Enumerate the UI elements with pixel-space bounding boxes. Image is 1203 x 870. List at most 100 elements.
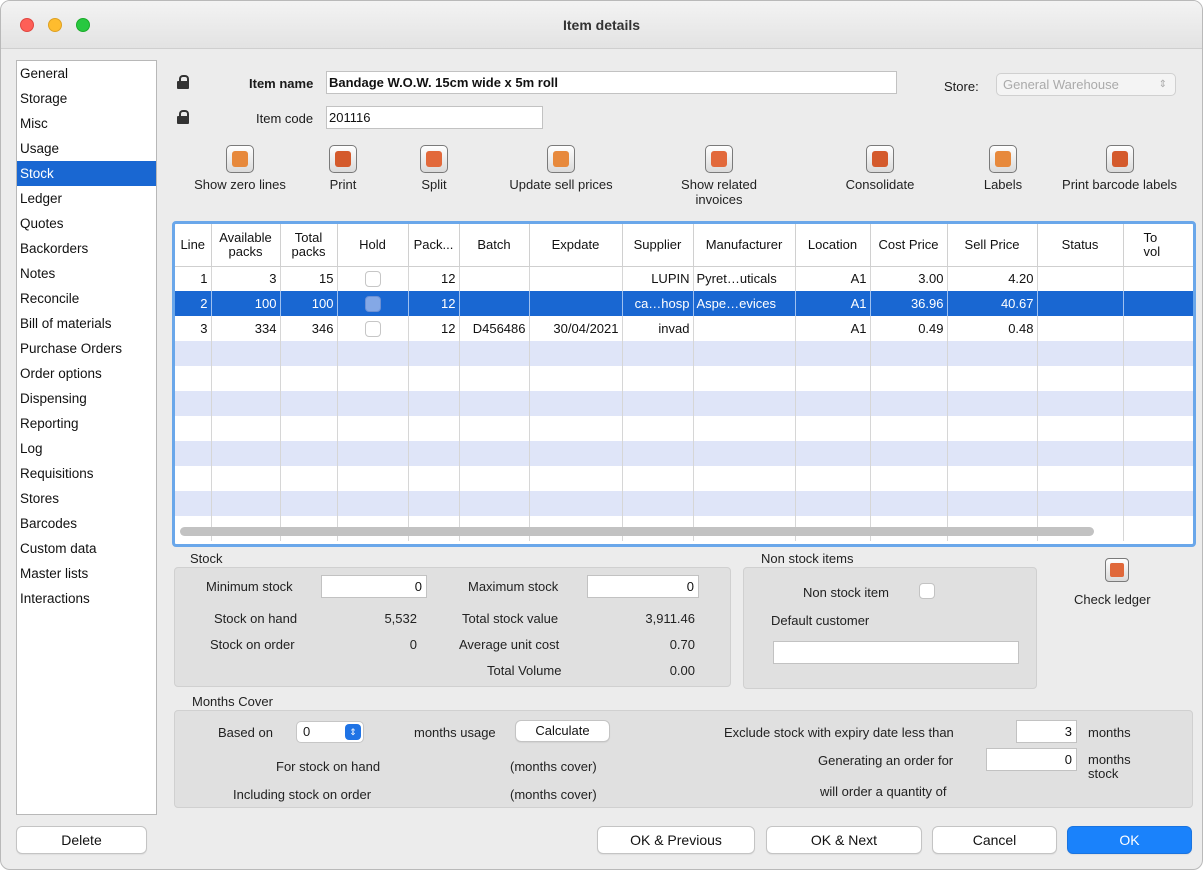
item-code-field[interactable]: 201116 xyxy=(326,106,543,129)
store-select: General Warehouse ⇕ xyxy=(996,73,1176,96)
sidebar-item-interactions[interactable]: Interactions xyxy=(17,586,156,611)
empty-row xyxy=(175,491,1193,516)
update-sell-prices-button[interactable]: Update sell prices xyxy=(499,145,623,192)
cell-status xyxy=(1037,266,1124,291)
empty-row xyxy=(175,466,1193,491)
ledger-icon[interactable] xyxy=(1105,558,1129,582)
sidebar-item-usage[interactable]: Usage xyxy=(17,136,156,161)
sidebar-item-ledger[interactable]: Ledger xyxy=(17,186,156,211)
cell-batch xyxy=(459,291,530,316)
column-header-available-packs[interactable]: Available packs xyxy=(211,224,281,267)
column-header-line[interactable]: Line xyxy=(175,224,212,267)
empty-row xyxy=(175,341,1193,366)
sidebar-item-reconcile[interactable]: Reconcile xyxy=(17,286,156,311)
column-header-pack-size[interactable]: Pack... xyxy=(408,224,460,267)
lock-icon[interactable] xyxy=(177,75,189,89)
cell-total-volume xyxy=(1123,316,1193,341)
cell-supplier: invad xyxy=(622,316,694,341)
ok-next-button[interactable]: OK & Next xyxy=(766,826,922,854)
calculate-button[interactable]: Calculate xyxy=(515,720,610,742)
cell-supplier: ca…hosp xyxy=(622,291,694,316)
cell-cost-price: 0.49 xyxy=(870,316,948,341)
delete-button[interactable]: Delete xyxy=(16,826,147,854)
sidebar-item-order-options[interactable]: Order options xyxy=(17,361,156,386)
sidebar-item-requisitions[interactable]: Requisitions xyxy=(17,461,156,486)
ok-previous-button[interactable]: OK & Previous xyxy=(597,826,755,854)
consolidate-button[interactable]: Consolidate xyxy=(836,145,924,192)
sidebar-item-misc[interactable]: Misc xyxy=(17,111,156,136)
column-header-supplier[interactable]: Supplier xyxy=(622,224,694,267)
default-customer-field[interactable] xyxy=(773,641,1019,664)
stock-lines-table[interactable]: Line Available packs Total packs Hold Pack… xyxy=(172,221,1196,547)
cell-available: 334 xyxy=(211,316,281,341)
cell-pack: 12 xyxy=(408,291,460,316)
cell-hold xyxy=(337,316,409,341)
ok-button[interactable]: OK xyxy=(1067,826,1192,854)
lock-icon[interactable] xyxy=(177,110,189,124)
cell-hold xyxy=(337,291,409,316)
cell-line: 3 xyxy=(175,316,212,341)
cell-total-volume xyxy=(1123,291,1193,316)
sidebar-item-quotes[interactable]: Quotes xyxy=(17,211,156,236)
print-barcode-labels-button[interactable]: Print barcode labels xyxy=(1042,145,1197,192)
exclude-expiry-field[interactable]: 3 xyxy=(1016,720,1077,743)
sidebar-item-purchase-orders[interactable]: Purchase Orders xyxy=(17,336,156,361)
based-on-select[interactable]: 0 ⇕ xyxy=(296,721,364,743)
horizontal-scrollbar[interactable] xyxy=(180,527,1094,536)
cell-expdate xyxy=(529,291,623,316)
stock-group-title: Stock xyxy=(190,551,223,566)
sidebar-item-custom-data[interactable]: Custom data xyxy=(17,536,156,561)
cell-total: 15 xyxy=(280,266,338,291)
sidebar-item-storage[interactable]: Storage xyxy=(17,86,156,111)
refresh-icon xyxy=(547,145,575,173)
column-header-location[interactable]: Location xyxy=(795,224,871,267)
table-row[interactable]: 1 3 15 12 LUPIN Pyret…uticals A1 3.00 4.… xyxy=(175,266,1193,291)
sidebar-item-stores[interactable]: Stores xyxy=(17,486,156,511)
generating-order-field[interactable]: 0 xyxy=(986,748,1077,771)
sidebar-item-bill-of-materials[interactable]: Bill of materials xyxy=(17,311,156,336)
column-header-expdate[interactable]: Expdate xyxy=(529,224,623,267)
maximum-stock-field[interactable]: 0 xyxy=(587,575,699,598)
sidebar-item-log[interactable]: Log xyxy=(17,436,156,461)
hold-checkbox[interactable] xyxy=(364,271,381,288)
item-details-window: Item details General Storage Misc Usage … xyxy=(0,0,1203,870)
sidebar-item-notes[interactable]: Notes xyxy=(17,261,156,286)
column-header-status[interactable]: Status xyxy=(1037,224,1124,267)
generating-order-unit: months stock xyxy=(1088,752,1131,781)
column-header-manufacturer[interactable]: Manufacturer xyxy=(693,224,796,267)
column-header-sell-price[interactable]: Sell Price xyxy=(947,224,1038,267)
sidebar-item-master-lists[interactable]: Master lists xyxy=(17,561,156,586)
exclude-expiry-label: Exclude stock with expiry date less than xyxy=(724,725,954,740)
column-header-total-packs[interactable]: Total packs xyxy=(280,224,338,267)
sidebar-item-dispensing[interactable]: Dispensing xyxy=(17,386,156,411)
check-ledger-button[interactable]: Check ledger xyxy=(1074,592,1151,607)
column-header-total-volume[interactable]: To vol xyxy=(1123,224,1193,267)
hold-checkbox[interactable] xyxy=(364,295,381,312)
sidebar-item-backorders[interactable]: Backorders xyxy=(17,236,156,261)
cell-manufacturer: Pyret…uticals xyxy=(693,266,796,291)
item-name-field[interactable]: Bandage W.O.W. 15cm wide x 5m roll xyxy=(326,71,897,94)
sidebar-item-general[interactable]: General xyxy=(17,61,156,86)
cancel-button[interactable]: Cancel xyxy=(932,826,1057,854)
labels-button[interactable]: Labels xyxy=(979,145,1027,192)
printer-icon xyxy=(1105,145,1134,173)
based-on-value: 0 xyxy=(303,724,311,739)
print-button[interactable]: Print xyxy=(314,145,372,192)
split-button[interactable]: Split xyxy=(409,145,459,192)
sidebar-item-barcodes[interactable]: Barcodes xyxy=(17,511,156,536)
non-stock-item-checkbox[interactable] xyxy=(919,583,935,599)
column-header-batch[interactable]: Batch xyxy=(459,224,530,267)
hold-checkbox[interactable] xyxy=(364,320,381,337)
table-row[interactable]: 3 334 346 12 D456486 30/04/2021 invad A1… xyxy=(175,316,1193,341)
sidebar-item-reporting[interactable]: Reporting xyxy=(17,411,156,436)
column-header-hold[interactable]: Hold xyxy=(337,224,409,267)
non-stock-item-label: Non stock item xyxy=(803,585,889,600)
store-label: Store: xyxy=(944,79,979,94)
sidebar-item-stock[interactable]: Stock xyxy=(17,161,156,186)
show-zero-lines-button[interactable]: Show zero lines xyxy=(185,145,295,192)
table-row-selected[interactable]: 2 100 100 12 ca…hosp Aspe…evices A1 36.9… xyxy=(175,291,1193,316)
minimum-stock-field[interactable]: 0 xyxy=(321,575,427,598)
show-related-invoices-button[interactable]: Show related invoices xyxy=(669,145,769,207)
total-stock-value-label: Total stock value xyxy=(462,611,559,626)
column-header-cost-price[interactable]: Cost Price xyxy=(870,224,948,267)
